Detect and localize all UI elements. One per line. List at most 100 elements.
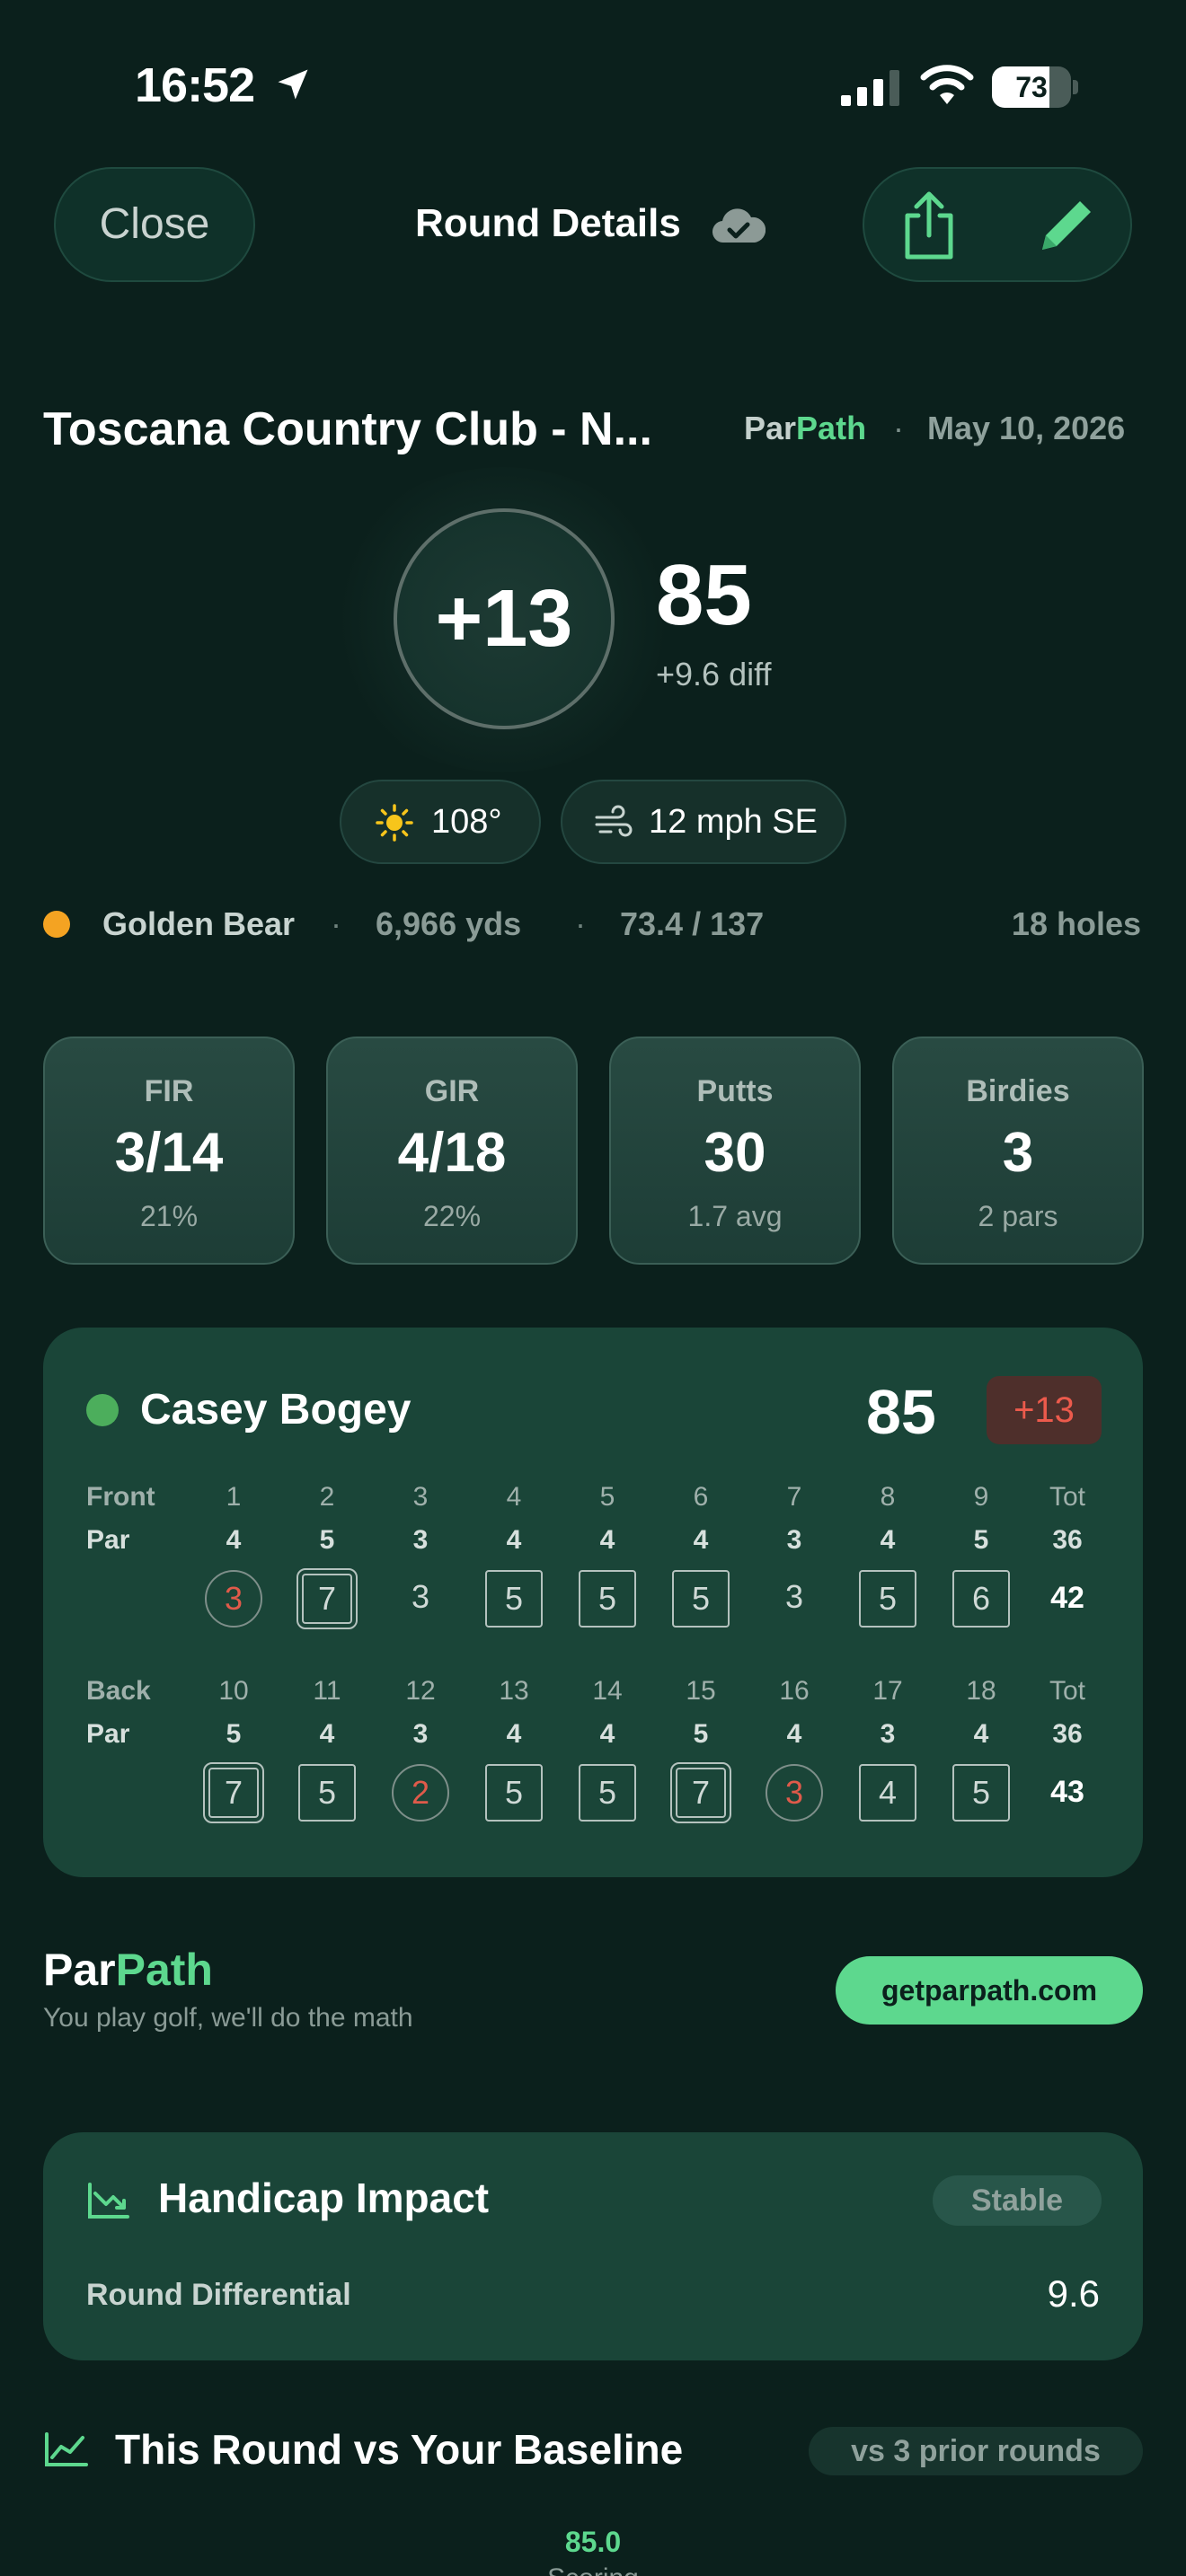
front-score-row: 3 7 3 5 5 5 3 5 6 42: [43, 1565, 1143, 1633]
hole-score[interactable]: 5: [298, 1764, 356, 1822]
total-label: Tot: [1049, 1482, 1086, 1512]
wind-icon: [595, 805, 633, 837]
par-value: 5: [973, 1525, 989, 1555]
hole-number: 6: [693, 1482, 709, 1512]
player-total: 85: [866, 1377, 936, 1447]
stat-label: Putts: [696, 1074, 774, 1108]
hole-score[interactable]: 2: [392, 1764, 449, 1822]
hole-score[interactable]: 3: [766, 1764, 823, 1822]
par-label: Par: [86, 1719, 130, 1749]
pencil-icon[interactable]: [1033, 194, 1102, 259]
hole-number: 1: [226, 1482, 242, 1512]
par-value: 5: [693, 1719, 709, 1749]
wind-pill: 12 mph SE: [561, 780, 846, 864]
hole-score[interactable]: 5: [952, 1764, 1010, 1822]
hole-score[interactable]: 7: [670, 1762, 731, 1823]
tee-name: Golden Bear: [102, 905, 296, 942]
chart-line-icon: [45, 2432, 88, 2466]
front-par-row: Par 4 5 3 4 4 4 3 4 5 36: [43, 1525, 1143, 1566]
temperature-pill: 108°: [340, 780, 541, 864]
stat-card-gir: GIR 4/18 22%: [326, 1037, 578, 1265]
stat-value: 3/14: [114, 1122, 224, 1184]
par-total: 36: [1052, 1525, 1083, 1555]
temperature-value: 108°: [431, 803, 502, 841]
par-value: 5: [226, 1719, 242, 1749]
cellular-signal-icon: [841, 70, 899, 106]
hole-score[interactable]: 7: [296, 1568, 358, 1629]
back-label: Back: [86, 1676, 151, 1706]
par-value: 4: [973, 1719, 989, 1749]
hole-number: 17: [872, 1676, 903, 1706]
par-value: 3: [412, 1719, 429, 1749]
battery-percent: 73: [1015, 71, 1048, 103]
close-button[interactable]: Close: [54, 167, 255, 282]
scorecard[interactable]: Casey Bogey 85 +13 Front 1 2 3 4 5 6 7 8 9 Tot Par 4…: [43, 1328, 1143, 1877]
par-value: 3: [412, 1525, 429, 1555]
hole-number: 8: [880, 1482, 896, 1512]
hole-score[interactable]: 3: [766, 1570, 823, 1628]
hole-number: 5: [599, 1482, 615, 1512]
front-hole-row: Front 1 2 3 4 5 6 7 8 9 Tot: [43, 1482, 1143, 1523]
stat-value: 30: [704, 1122, 766, 1184]
hole-score[interactable]: 5: [579, 1764, 636, 1822]
hole-score[interactable]: 5: [859, 1570, 916, 1628]
hole-score[interactable]: 5: [672, 1570, 730, 1628]
hole-score[interactable]: 5: [485, 1570, 543, 1628]
course-rating: 73.4 / 137: [620, 905, 765, 942]
back-score-row: 7 5 2 5 5 7 3 4 5 43: [43, 1759, 1143, 1827]
par-value: 4: [506, 1719, 522, 1749]
par-value: 4: [226, 1525, 242, 1555]
score-differential: +9.6 diff: [656, 656, 772, 693]
stat-value: 4/18: [397, 1122, 507, 1184]
separator-dot: ·: [575, 905, 586, 942]
hole-score[interactable]: 3: [392, 1570, 449, 1628]
hole-count: 18 holes: [1011, 905, 1141, 942]
baseline-badge: vs 3 prior rounds: [809, 2427, 1143, 2475]
stat-sub: 2 pars: [978, 1200, 1058, 1232]
par-value: 4: [599, 1719, 615, 1749]
hole-score[interactable]: 3: [205, 1570, 262, 1628]
location-arrow-icon: [278, 69, 308, 100]
round-differential-label: Round Differential: [86, 2278, 351, 2312]
handicap-status-badge: Stable: [933, 2175, 1102, 2226]
hole-number: 10: [218, 1676, 249, 1706]
wifi-icon: [920, 65, 974, 104]
hole-number: 9: [973, 1482, 989, 1512]
back-hole-row: Back 10 11 12 13 14 15 16 17 18 Tot: [43, 1676, 1143, 1717]
baseline-caption: Scoring: [503, 2563, 683, 2576]
stat-label: Birdies: [966, 1074, 1070, 1108]
status-time: 16:52: [135, 58, 255, 112]
player-color-dot: [86, 1394, 119, 1426]
score-total: 43: [1050, 1775, 1084, 1809]
hole-number: 14: [592, 1676, 623, 1706]
hole-number: 15: [686, 1676, 716, 1706]
round-date: May 10, 2026: [927, 410, 1126, 446]
hole-score[interactable]: 5: [579, 1570, 636, 1628]
stat-value: 3: [1002, 1122, 1034, 1184]
par-label: Par: [86, 1525, 130, 1555]
hole-score[interactable]: 5: [485, 1764, 543, 1822]
hole-number: 18: [966, 1676, 996, 1706]
website-button[interactable]: getparpath.com: [836, 1956, 1143, 2025]
baseline-value: 85.0: [564, 2526, 622, 2558]
back-par-row: Par 5 4 3 4 4 5 4 3 4 36: [43, 1719, 1143, 1760]
score-total: 42: [1050, 1581, 1084, 1615]
separator-dot: ·: [893, 410, 904, 446]
par-value: 3: [786, 1525, 802, 1555]
par-value: 4: [693, 1525, 709, 1555]
to-par-score: +13: [394, 508, 615, 729]
total-score: 85: [656, 547, 752, 643]
par-value: 4: [599, 1525, 615, 1555]
sun-icon: [376, 804, 413, 842]
round-differential-value: 9.6: [1047, 2272, 1100, 2315]
share-icon[interactable]: [893, 190, 965, 262]
hole-score[interactable]: 4: [859, 1764, 916, 1822]
hole-score[interactable]: 6: [952, 1570, 1010, 1628]
hole-number: 11: [313, 1676, 341, 1706]
handicap-title: Handicap Impact: [158, 2175, 490, 2221]
brand-tag: ParPath: [744, 410, 867, 446]
player-to-par-badge: +13: [987, 1376, 1102, 1444]
hole-score[interactable]: 7: [203, 1762, 264, 1823]
hole-number: 4: [506, 1482, 522, 1512]
hole-number: 2: [319, 1482, 335, 1512]
